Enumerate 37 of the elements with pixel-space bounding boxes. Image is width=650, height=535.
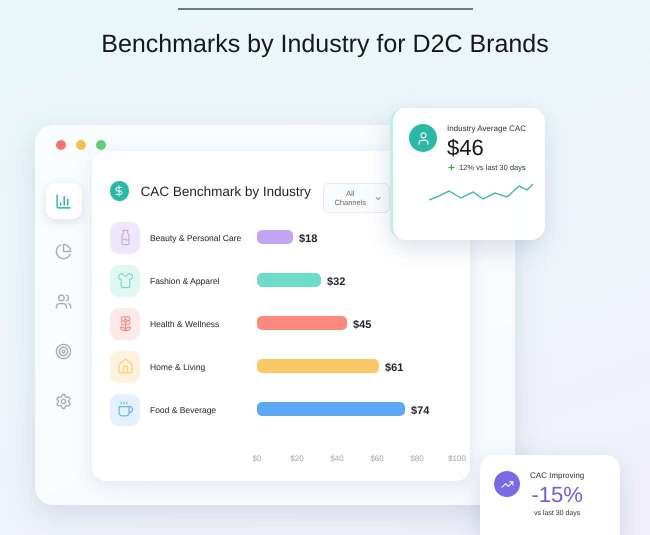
axis-tick-label: $0: [252, 454, 262, 463]
value-label: $61: [385, 362, 404, 374]
axis-tick-label: $20: [290, 454, 304, 463]
card-title: CAC Benchmark by Industry: [140, 184, 311, 198]
trend-up-icon: [494, 471, 520, 497]
page-title: Benchmarks by Industry for D2C Brands: [101, 30, 549, 59]
stat-label: CAC Improving: [530, 471, 584, 480]
stat-value: $46: [447, 135, 484, 161]
stat-value: -15%: [531, 482, 583, 508]
bottle-icon: [110, 222, 140, 254]
category-label: Fashion & Apparel: [150, 276, 220, 286]
category-label: Home & Living: [150, 362, 206, 372]
value-label: $18: [299, 233, 318, 245]
category-label: Beauty & Personal Care: [150, 232, 242, 242]
pie-chart-icon: [55, 242, 72, 260]
bar-chart-icon: [55, 192, 72, 210]
lotus-icon: [110, 308, 140, 340]
stat-label: Industry Average CAC: [447, 124, 526, 133]
plus-icon: [447, 163, 456, 172]
settings-icon: [55, 392, 72, 410]
category-label: Food & Beverage: [150, 404, 216, 414]
user-icon: [409, 124, 437, 152]
axis-tick-label: $100: [448, 454, 466, 463]
sidebar-item[interactable]: [46, 183, 82, 219]
users-icon: [55, 292, 72, 310]
value-label: $45: [353, 319, 372, 331]
category-label: Health & Wellness: [150, 318, 220, 328]
dollar-icon: [110, 181, 129, 201]
axis-tick-label: $40: [330, 454, 344, 463]
shirt-icon: [110, 264, 140, 296]
house-icon: [110, 350, 140, 382]
value-label: $74: [411, 405, 430, 417]
cup-icon: [110, 394, 140, 426]
value-label: $32: [327, 276, 346, 288]
axis-tick-label: $80: [410, 454, 424, 463]
target-icon: [55, 342, 72, 360]
axis-tick-label: $60: [370, 454, 384, 463]
